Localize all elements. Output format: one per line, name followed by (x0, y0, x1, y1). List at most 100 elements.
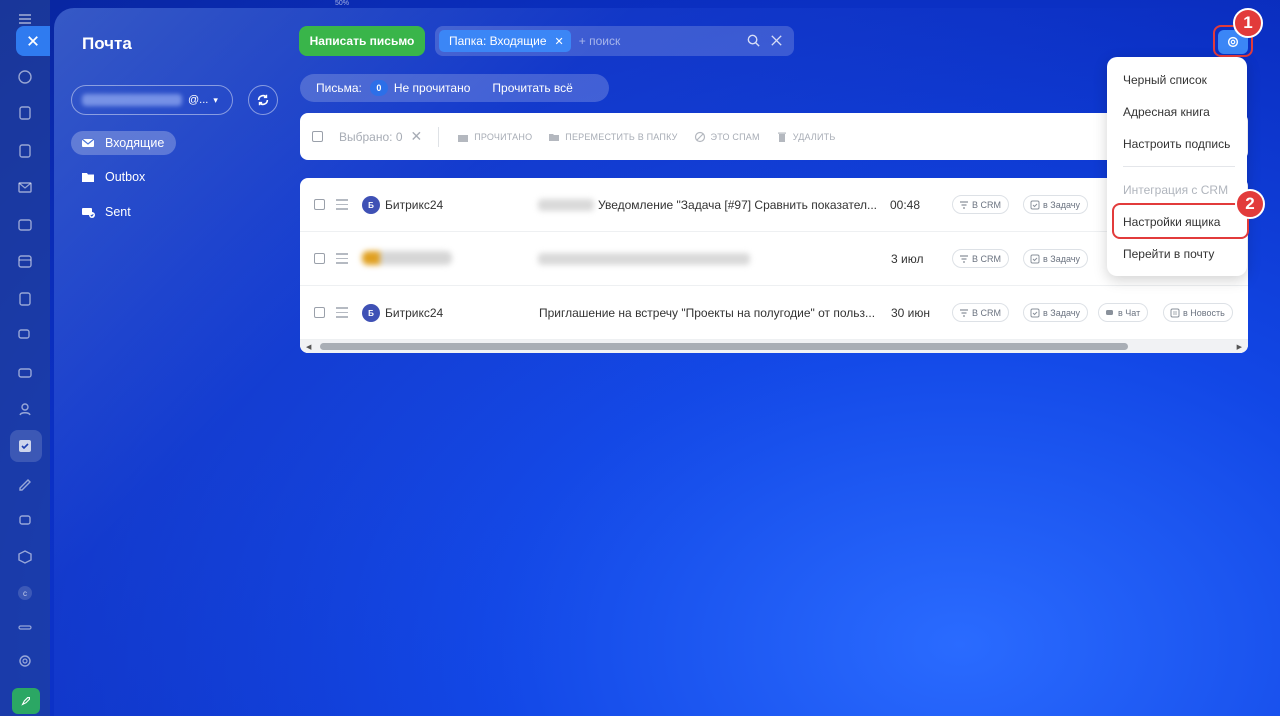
folder-sent[interactable]: Sent (71, 200, 143, 224)
to-news-tag[interactable]: в Новость (1163, 303, 1233, 322)
to-crm-tag[interactable]: В CRM (952, 249, 1009, 268)
to-chat-tag[interactable]: в Чат (1098, 303, 1149, 322)
search-icon[interactable] (746, 33, 761, 48)
avatar: Б (362, 304, 380, 322)
minus-icon[interactable] (14, 616, 36, 638)
scroll-left-icon[interactable]: ◀ (306, 343, 311, 351)
account-domain: @... (188, 94, 209, 106)
folder-label: Outbox (105, 170, 146, 184)
drag-handle-icon[interactable] (336, 307, 348, 321)
blurred-account-name (82, 94, 182, 106)
move-action[interactable]: ПЕРЕМЕСТИТЬ В ПАПКУ (548, 131, 677, 143)
menu-item-signature[interactable]: Настроить подпись (1123, 137, 1230, 151)
edit-doc-icon[interactable] (14, 140, 36, 162)
tasks-icon[interactable] (14, 435, 36, 457)
table-row[interactable]: Б Битрикс24 Уведомление "Задача [#97] Ср… (300, 178, 1248, 232)
row-checkbox[interactable] (314, 199, 325, 210)
menu-item-blacklist[interactable]: Черный список (1123, 73, 1207, 87)
sign-icon[interactable] (14, 472, 36, 494)
scrollbar-thumb[interactable] (320, 343, 1128, 350)
page-title: Почта (82, 34, 132, 53)
subject[interactable]: Уведомление "Задача [#97] Сравнить показ… (598, 198, 877, 212)
task-icon (1030, 308, 1040, 317)
to-crm-tag[interactable]: В CRM (952, 303, 1009, 322)
search-bar[interactable]: Папка: Входящие ✕ + поиск (435, 26, 794, 56)
activity-icon[interactable] (14, 66, 36, 88)
unread-count: 0 (369, 80, 388, 96)
document-icon[interactable] (14, 102, 36, 124)
sender: Битрикс24 (385, 306, 444, 320)
menu-divider (1123, 166, 1235, 167)
close-panel-button[interactable] (16, 26, 50, 56)
clear-search-icon[interactable] (769, 33, 784, 48)
selected-count: Выбрано: 0 (339, 129, 403, 144)
folder-inbox[interactable]: Входящие (71, 131, 177, 155)
refresh-icon (257, 94, 269, 106)
filter-chip[interactable]: Папка: Входящие ✕ (439, 30, 571, 52)
refresh-button[interactable] (248, 85, 278, 115)
chip-close-icon[interactable]: ✕ (555, 35, 564, 48)
callout-badge-2: 2 (1235, 189, 1265, 219)
row-checkbox[interactable] (314, 307, 325, 318)
blurred-text (538, 199, 594, 211)
folder-label: Входящие (105, 136, 165, 150)
settings-icon[interactable] (14, 650, 36, 672)
blurred-subject (538, 253, 750, 265)
mark-read-action[interactable]: ПРОЧИТАНО (457, 131, 532, 143)
search-input[interactable]: + поиск (579, 34, 620, 48)
date: 30 июн (891, 306, 931, 320)
spam-icon (694, 131, 705, 142)
card-icon[interactable] (14, 362, 36, 384)
filter-icon (960, 254, 968, 263)
clear-selection-icon[interactable]: ✕ (411, 128, 423, 145)
to-crm-tag[interactable]: В CRM (952, 195, 1009, 214)
to-task-tag[interactable]: в Задачу (1023, 195, 1088, 214)
table-row[interactable]: 3 июл В CRM в Задачу (300, 232, 1248, 286)
to-task-tag[interactable]: в Задачу (1023, 249, 1088, 268)
delete-action[interactable]: УДАЛИТЬ (776, 131, 836, 143)
robot-icon[interactable] (14, 508, 36, 530)
svg-text:c: c (23, 589, 27, 598)
read-all-button[interactable]: Прочитать всё (492, 81, 572, 95)
date: 3 июл (891, 252, 924, 266)
chat-icon[interactable] (14, 324, 36, 346)
left-rail: c (0, 0, 50, 716)
filter-chip-label: Папка: Входящие (449, 34, 547, 48)
divider (438, 126, 440, 147)
compose-button[interactable]: Написать письмо (299, 26, 425, 56)
menu-item-crm-integration: Интеграция с CRM (1123, 183, 1229, 197)
scroll-right-icon[interactable]: ▶ (1237, 343, 1242, 351)
to-task-tag[interactable]: в Задачу (1023, 303, 1088, 322)
account-select[interactable]: @... ▾ (71, 85, 233, 115)
folder-outbox[interactable]: Outbox (71, 165, 157, 189)
horizontal-scrollbar[interactable]: ◀ ▶ (300, 340, 1248, 353)
calendar-icon[interactable] (14, 250, 36, 272)
drag-handle-icon[interactable] (336, 199, 348, 213)
drag-handle-icon[interactable] (336, 253, 348, 267)
letters-label: Письма: (316, 81, 362, 95)
file-icon[interactable] (14, 288, 36, 310)
menu-item-address-book[interactable]: Адресная книга (1123, 105, 1210, 119)
news-icon (1170, 308, 1180, 317)
folder-icon (82, 173, 94, 182)
contacts-icon[interactable] (14, 214, 36, 236)
users-icon[interactable] (14, 398, 36, 420)
spam-action[interactable]: ЭТО СПАМ (694, 131, 760, 143)
envelope-icon (81, 138, 95, 147)
rocket-icon[interactable] (12, 688, 40, 714)
subject[interactable]: Приглашение на встречу "Проекты на полуг… (539, 306, 875, 320)
select-all-checkbox[interactable] (312, 131, 323, 142)
c-icon[interactable]: c (14, 582, 36, 604)
menu-item-go-to-mail[interactable]: Перейти в почту (1123, 247, 1214, 261)
sent-icon (82, 208, 95, 218)
settings-menu: Черный список Адресная книга Настроить п… (1107, 57, 1247, 276)
chat-bubble-icon (1106, 309, 1113, 315)
date: 00:48 (890, 198, 921, 212)
row-checkbox[interactable] (314, 253, 325, 264)
mail-icon[interactable] (14, 176, 36, 198)
unread-filter[interactable]: Не прочитано (394, 81, 471, 95)
trash-icon (777, 132, 786, 142)
table-row[interactable]: Б Битрикс24 Приглашение на встречу "Прое… (300, 286, 1248, 340)
box-icon[interactable] (14, 546, 36, 568)
counter-bar: Письма: 0 Не прочитано Прочитать всё (300, 74, 609, 102)
